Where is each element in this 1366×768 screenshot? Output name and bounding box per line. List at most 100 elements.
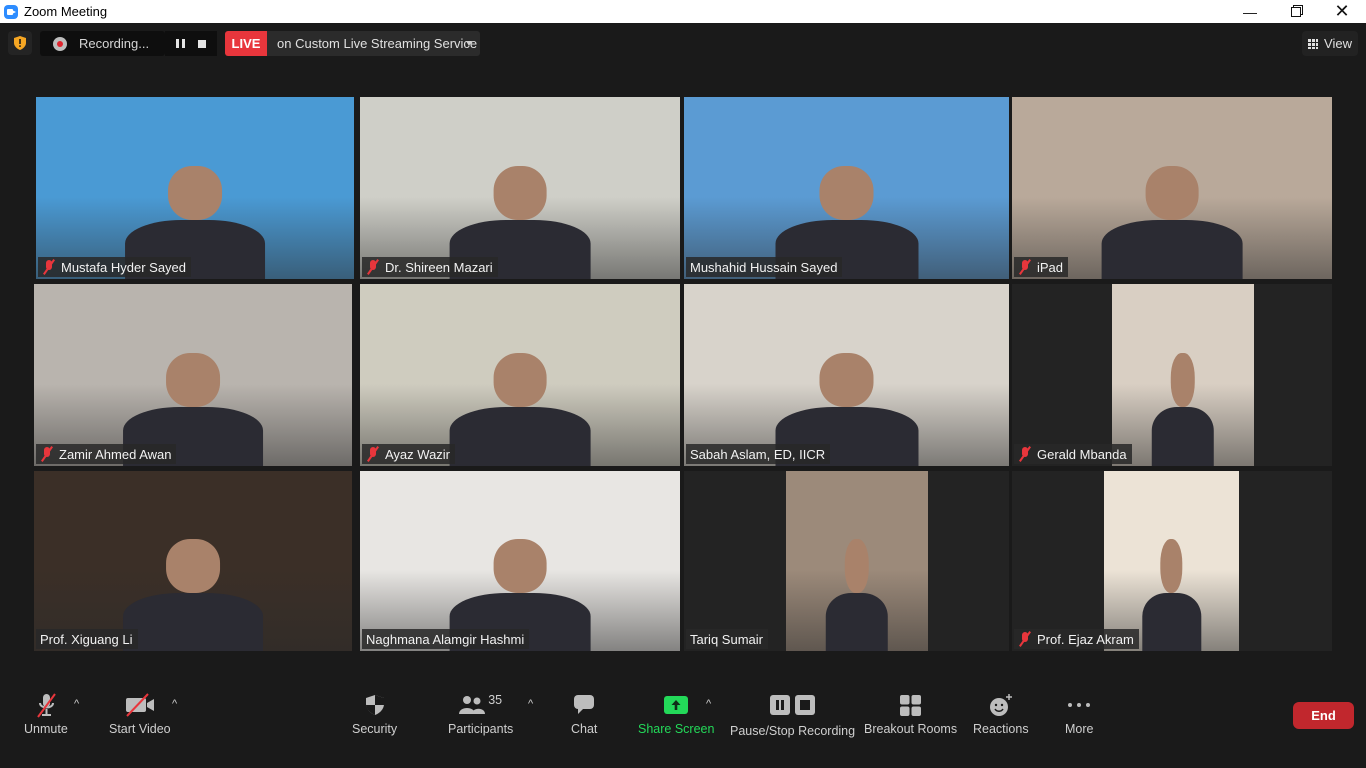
participant-video-tile[interactable]: Dr. Shireen Mazari: [360, 97, 680, 279]
participants-button[interactable]: 35 Participants: [448, 692, 513, 736]
reactions-label: Reactions: [973, 722, 1029, 736]
record-dot-icon: [53, 36, 67, 51]
shield-alert-icon: [14, 36, 26, 50]
participant-name: Sabah Aslam, ED, IICR: [690, 446, 826, 462]
pause-stop-recording-button[interactable]: Pause/Stop Recording: [730, 692, 855, 738]
chat-button[interactable]: Chat: [571, 692, 597, 736]
unmute-button[interactable]: Unmute: [24, 692, 68, 736]
participant-name-tag: Mushahid Hussain Sayed: [686, 257, 843, 277]
participant-video-tile[interactable]: Mustafa Hyder Sayed: [36, 97, 354, 279]
meeting-info-button[interactable]: [8, 31, 32, 55]
participant-silhouette: [123, 539, 263, 651]
breakout-rooms-label: Breakout Rooms: [864, 722, 958, 736]
participant-video-feed: [34, 284, 352, 466]
participant-name: Dr. Shireen Mazari: [385, 259, 493, 275]
participant-name: Zamir Ahmed Awan: [59, 446, 172, 462]
start-video-label: Start Video: [109, 722, 171, 736]
share-screen-button[interactable]: Share Screen: [638, 692, 714, 736]
participants-label: Participants: [448, 722, 514, 736]
video-camera-off-icon: [125, 693, 154, 717]
video-options-caret-icon[interactable]: ^: [172, 698, 177, 710]
participant-video-feed: [360, 471, 680, 651]
participant-name-tag: Ayaz Wazir: [362, 444, 456, 464]
participant-video-feed: [1104, 471, 1239, 651]
participant-video-tile[interactable]: Prof. Ejaz Akram: [1012, 471, 1332, 651]
participant-video-tile[interactable]: Zamir Ahmed Awan: [34, 284, 352, 466]
participant-video-feed: [684, 284, 1009, 466]
share-screen-label: Share Screen: [638, 722, 715, 736]
participant-name-tag: Dr. Shireen Mazari: [362, 257, 498, 277]
minimize-icon: —: [1243, 3, 1257, 20]
participant-video-tile[interactable]: Naghmana Alamgir Hashmi: [360, 471, 680, 651]
participant-silhouette: [1141, 539, 1202, 651]
restore-button[interactable]: [1273, 0, 1319, 23]
live-stream-dropdown[interactable]: on Custom Live Streaming Service: [267, 31, 480, 56]
recording-indicator: Recording...: [40, 31, 165, 56]
view-button[interactable]: View: [1302, 31, 1358, 56]
muted-microphone-icon: [367, 260, 379, 274]
breakout-rooms-icon: [900, 694, 922, 716]
participant-video-feed: [684, 97, 1009, 279]
meeting-toolbar: Unmute ^ Start Video ^ Security 35 Parti…: [0, 680, 1366, 768]
caret-down-icon: [466, 41, 472, 46]
participant-video-tile[interactable]: Mushahid Hussain Sayed: [684, 97, 1009, 279]
participants-count: 35: [488, 693, 503, 707]
participant-name: iPad: [1037, 259, 1064, 275]
participant-video-feed: [34, 471, 352, 651]
zoom-app-icon: [4, 4, 18, 19]
participant-video-feed: [360, 97, 680, 279]
participant-name: Mushahid Hussain Sayed: [690, 259, 838, 275]
recording-controls: [165, 31, 217, 56]
share-options-caret-icon[interactable]: ^: [706, 698, 711, 710]
more-button[interactable]: More: [1065, 692, 1093, 736]
unmute-label: Unmute: [24, 722, 68, 736]
participant-name: Tariq Sumair: [690, 631, 763, 647]
participant-video-tile[interactable]: iPad: [1012, 97, 1332, 279]
participant-video-tile[interactable]: Gerald Mbanda: [1012, 284, 1332, 466]
view-label: View: [1324, 36, 1352, 51]
participant-name: Prof. Xiguang Li: [40, 631, 133, 647]
participant-name: Gerald Mbanda: [1037, 446, 1127, 462]
participant-silhouette: [449, 353, 591, 466]
reactions-button[interactable]: Reactions: [973, 692, 1029, 736]
microphone-muted-icon: [37, 693, 56, 718]
breakout-rooms-button[interactable]: Breakout Rooms: [864, 692, 957, 736]
participant-silhouette: [1151, 353, 1215, 466]
window-title: Zoom Meeting: [24, 4, 108, 19]
participant-video-tile[interactable]: Tariq Sumair: [684, 471, 1009, 651]
participant-name-tag: Naghmana Alamgir Hashmi: [362, 629, 530, 649]
participant-silhouette: [825, 539, 889, 651]
participant-name: Ayaz Wazir: [385, 446, 451, 462]
security-shield-icon: [365, 695, 384, 715]
participant-video-tile[interactable]: Prof. Xiguang Li: [34, 471, 352, 651]
audio-options-caret-icon[interactable]: ^: [74, 698, 79, 710]
title-bar: Zoom Meeting — ✕: [0, 0, 1366, 23]
participant-name: Naghmana Alamgir Hashmi: [366, 631, 525, 647]
end-meeting-button[interactable]: End: [1293, 702, 1354, 729]
chat-label: Chat: [571, 722, 598, 736]
participant-video-tile[interactable]: Ayaz Wazir: [360, 284, 680, 466]
participant-name-tag: Sabah Aslam, ED, IICR: [686, 444, 831, 464]
pause-stop-recording-label: Pause/Stop Recording: [730, 724, 856, 738]
share-screen-arrow-icon: [664, 696, 689, 714]
start-video-button[interactable]: Start Video: [109, 692, 171, 736]
security-label: Security: [352, 722, 398, 736]
muted-microphone-icon: [1019, 632, 1031, 646]
participants-options-caret-icon[interactable]: ^: [528, 698, 533, 710]
participant-name-tag: Prof. Xiguang Li: [36, 629, 138, 649]
participant-video-tile[interactable]: Sabah Aslam, ED, IICR: [684, 284, 1009, 466]
live-service-label: on Custom Live Streaming Service: [277, 36, 478, 51]
participant-name-tag: Tariq Sumair: [686, 629, 768, 649]
minimize-button[interactable]: —: [1227, 0, 1273, 23]
stop-recording-icon[interactable]: [198, 39, 207, 48]
pause-recording-icon[interactable]: [175, 39, 185, 48]
participant-name-tag: Prof. Ejaz Akram: [1014, 629, 1139, 649]
muted-microphone-icon: [43, 260, 55, 274]
more-dots-icon: [1068, 703, 1091, 707]
close-window-button[interactable]: ✕: [1319, 0, 1365, 23]
security-button[interactable]: Security: [352, 692, 397, 736]
participant-name-tag: iPad: [1014, 257, 1069, 277]
reactions-smiley-icon: [989, 694, 1012, 716]
participant-name-tag: Mustafa Hyder Sayed: [38, 257, 192, 277]
participant-video-feed: [1112, 284, 1254, 466]
